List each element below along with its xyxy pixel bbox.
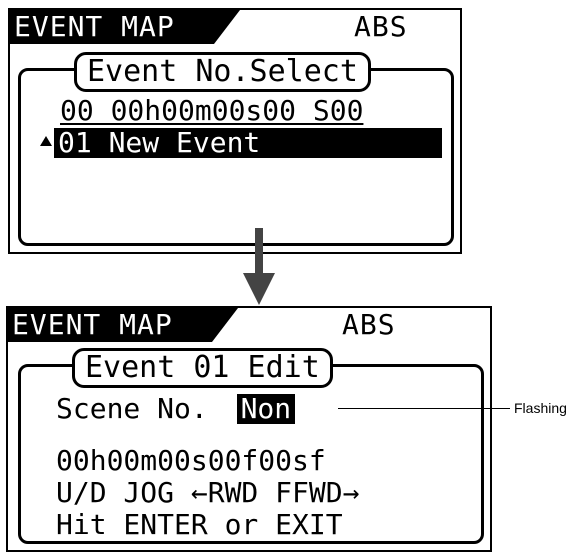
dialog-title: Event No.Select xyxy=(74,52,371,92)
mode-abs: ABS xyxy=(342,308,396,341)
callout-flashing: Flashing xyxy=(514,400,567,416)
lcd-screen-event-select: EVENT MAP ABS Event No.Select 00 00h00m0… xyxy=(8,8,462,254)
time-readout: 00h00m00s00f00sf xyxy=(56,444,326,477)
list-item-event-00[interactable]: 00 00h00m00s00 S00 xyxy=(60,96,363,126)
scene-value-flashing[interactable]: Non xyxy=(236,394,296,424)
down-arrow-shaft xyxy=(255,228,263,274)
scene-label: Scene No. xyxy=(56,392,208,425)
hint-line-2: Hit ENTER or EXIT xyxy=(56,508,343,541)
callout-leader-line xyxy=(338,408,510,409)
cursor-marker-icon xyxy=(40,136,52,146)
header-label: EVENT MAP xyxy=(12,308,173,341)
header-label: EVENT MAP xyxy=(14,10,175,43)
hint-line-1: U/D JOG ←RWD FFWD→ xyxy=(56,476,360,509)
mode-abs: ABS xyxy=(354,10,408,43)
list-item-selected[interactable]: 01 New Event xyxy=(54,128,442,158)
dialog-title: Event 01 Edit xyxy=(72,348,333,388)
lcd-screen-event-edit: EVENT MAP ABS Event 01 Edit Scene No. No… xyxy=(6,306,492,552)
scene-row: Scene No. Non xyxy=(56,392,296,425)
header-event-map: EVENT MAP xyxy=(8,308,238,342)
down-arrow-icon xyxy=(243,273,275,305)
header-event-map: EVENT MAP xyxy=(10,10,240,44)
